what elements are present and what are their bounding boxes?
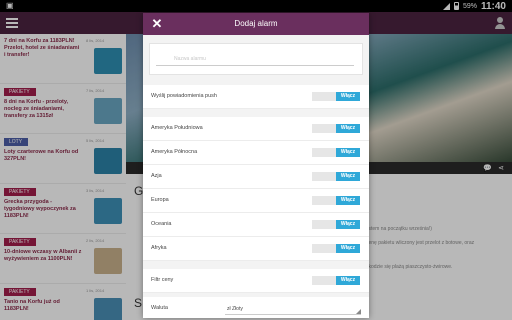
- price-filter-label: Filtr ceny: [151, 277, 174, 283]
- region-toggle[interactable]: Włącz: [312, 196, 360, 205]
- toggle-on-label: Włącz: [336, 276, 360, 285]
- region-label: Oceania: [151, 221, 172, 227]
- region-row: Ameryka Północna Włącz: [143, 141, 369, 165]
- region-label: Ameryka Północna: [151, 149, 198, 155]
- push-label: Wyślij powiadomienia push: [151, 93, 217, 99]
- region-toggle[interactable]: Włącz: [312, 220, 360, 229]
- region-row: Afryka Włącz: [143, 237, 369, 261]
- toggle-on-label: Włącz: [336, 92, 360, 101]
- toggle-on-label: Włącz: [336, 172, 360, 181]
- region-label: Afryka: [151, 245, 167, 251]
- region-label: Ameryka Południowa: [151, 125, 203, 131]
- price-filter-row: Filtr ceny Włącz: [143, 269, 369, 293]
- region-toggle[interactable]: Włącz: [312, 244, 360, 253]
- region-toggle[interactable]: Włącz: [312, 148, 360, 157]
- region-row: Azja Włącz: [143, 165, 369, 189]
- region-toggle[interactable]: Włącz: [312, 124, 360, 133]
- currency-select[interactable]: zł Złoty: [225, 303, 361, 315]
- currency-row: Waluta zł Złoty: [143, 297, 369, 318]
- region-toggle[interactable]: Włącz: [312, 172, 360, 181]
- alarm-name-container: [149, 43, 363, 75]
- region-label: Azja: [151, 173, 162, 179]
- dialog-header: ✕ Dodaj alarm: [143, 13, 369, 35]
- toggle-on-label: Włącz: [336, 244, 360, 253]
- region-row: Ameryka Południowa Włącz: [143, 117, 369, 141]
- region-row: Europa Włącz: [143, 189, 369, 213]
- currency-label: Waluta: [151, 305, 168, 311]
- toggle-on-label: Włącz: [336, 148, 360, 157]
- region-label: Europa: [151, 197, 169, 203]
- push-toggle[interactable]: Włącz: [312, 92, 360, 101]
- push-row: Wyślij powiadomienia push Włącz: [143, 85, 369, 109]
- toggle-on-label: Włącz: [336, 124, 360, 133]
- dropdown-corner-icon: [356, 309, 361, 314]
- alarm-name-input[interactable]: [156, 52, 354, 66]
- region-row: Oceania Włącz: [143, 213, 369, 237]
- currency-value: zł Złoty: [227, 306, 243, 312]
- price-filter-toggle[interactable]: Włącz: [312, 276, 360, 285]
- toggle-on-label: Włącz: [336, 196, 360, 205]
- toggle-on-label: Włącz: [336, 220, 360, 229]
- add-alarm-dialog: ✕ Dodaj alarm Wyślij powiadomienia push …: [143, 13, 369, 318]
- dialog-title: Dodaj alarm: [234, 19, 278, 28]
- dialog-body: Wyślij powiadomienia push Włącz Ameryka …: [143, 35, 369, 318]
